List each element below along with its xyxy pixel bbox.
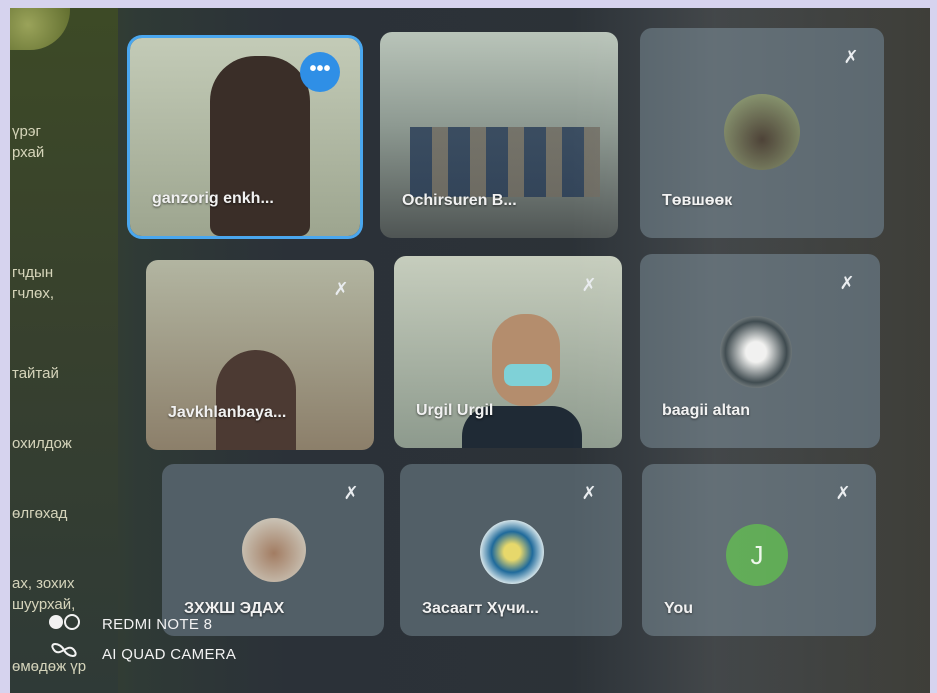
participant-tile[interactable]: ✗ baagii altan bbox=[640, 254, 880, 448]
panel-text-line: гчдын гчлөх, bbox=[12, 264, 55, 302]
panel-text-line: үрэг рхай bbox=[12, 123, 45, 161]
meeting-photo: үрэг рхай гчдын гчлөх, тайтай охилдож өл… bbox=[10, 8, 930, 693]
initial-avatar: J bbox=[726, 524, 788, 586]
mic-off-icon: ✗ bbox=[343, 483, 359, 503]
profile-avatar bbox=[10, 8, 70, 50]
emblem-avatar bbox=[480, 520, 544, 584]
participant-name: ganzorig enkh... bbox=[152, 190, 274, 207]
mic-off-icon: ✗ bbox=[839, 273, 855, 293]
participant-name: You bbox=[664, 600, 694, 617]
face-mask bbox=[504, 364, 552, 386]
participant-silhouette bbox=[210, 56, 310, 236]
participant-silhouette bbox=[216, 350, 296, 450]
participant-name: Javkhlanbaya... bbox=[168, 404, 287, 421]
participant-avatar bbox=[720, 316, 792, 388]
participant-name: Urgil Urgil bbox=[416, 402, 494, 419]
participant-tile[interactable]: Ochirsuren B... bbox=[380, 32, 618, 238]
participant-name: baagii altan bbox=[662, 402, 751, 419]
dual-camera-icon bbox=[49, 614, 80, 657]
watermark-model: REDMI NOTE 8 bbox=[102, 616, 213, 633]
more-options-icon[interactable]: ••• bbox=[300, 52, 340, 92]
participant-tile[interactable]: ✗ Төвшөөк bbox=[640, 28, 884, 238]
participant-tile[interactable]: ••• ganzorig enkh... bbox=[130, 38, 360, 236]
chat-side-panel: үрэг рхай гчдын гчлөх, тайтай охилдож өл… bbox=[10, 8, 118, 693]
mic-off-icon: ✗ bbox=[843, 47, 859, 67]
participant-tile[interactable]: ✗ ЗХЖШ ЭДАХ bbox=[162, 464, 384, 636]
panel-text-line: өлгөхад bbox=[12, 505, 68, 522]
camera-watermark: REDMI NOTE 8 AI QUAD CAMERA bbox=[46, 612, 236, 665]
mic-off-icon: ✗ bbox=[835, 483, 851, 503]
participant-avatar bbox=[242, 518, 306, 582]
participant-face bbox=[492, 314, 560, 406]
participant-tile[interactable]: ✗ J You bbox=[642, 464, 876, 636]
mic-off-icon: ✗ bbox=[333, 279, 349, 299]
participant-name: Засаагт Хүчи... bbox=[422, 600, 539, 617]
participant-name: Төвшөөк bbox=[662, 192, 733, 209]
participant-tile[interactable]: ✗ Urgil Urgil bbox=[394, 256, 622, 448]
panel-text-line: тайтай bbox=[12, 365, 59, 382]
mic-off-icon: ✗ bbox=[581, 275, 597, 295]
participant-avatar bbox=[724, 94, 800, 170]
participant-tile[interactable]: ✗ Засаагт Хүчи... bbox=[400, 464, 622, 636]
participant-tile[interactable]: ✗ Javkhlanbaya... bbox=[146, 260, 374, 450]
panel-text-line: ах, зохих шуурхай, bbox=[12, 575, 76, 613]
classroom-scene bbox=[410, 127, 600, 197]
participant-name: Ochirsuren B... bbox=[402, 192, 517, 209]
panel-text-line: охилдож bbox=[12, 435, 72, 452]
watermark-camera: AI QUAD CAMERA bbox=[102, 646, 237, 663]
mic-off-icon: ✗ bbox=[581, 483, 597, 503]
